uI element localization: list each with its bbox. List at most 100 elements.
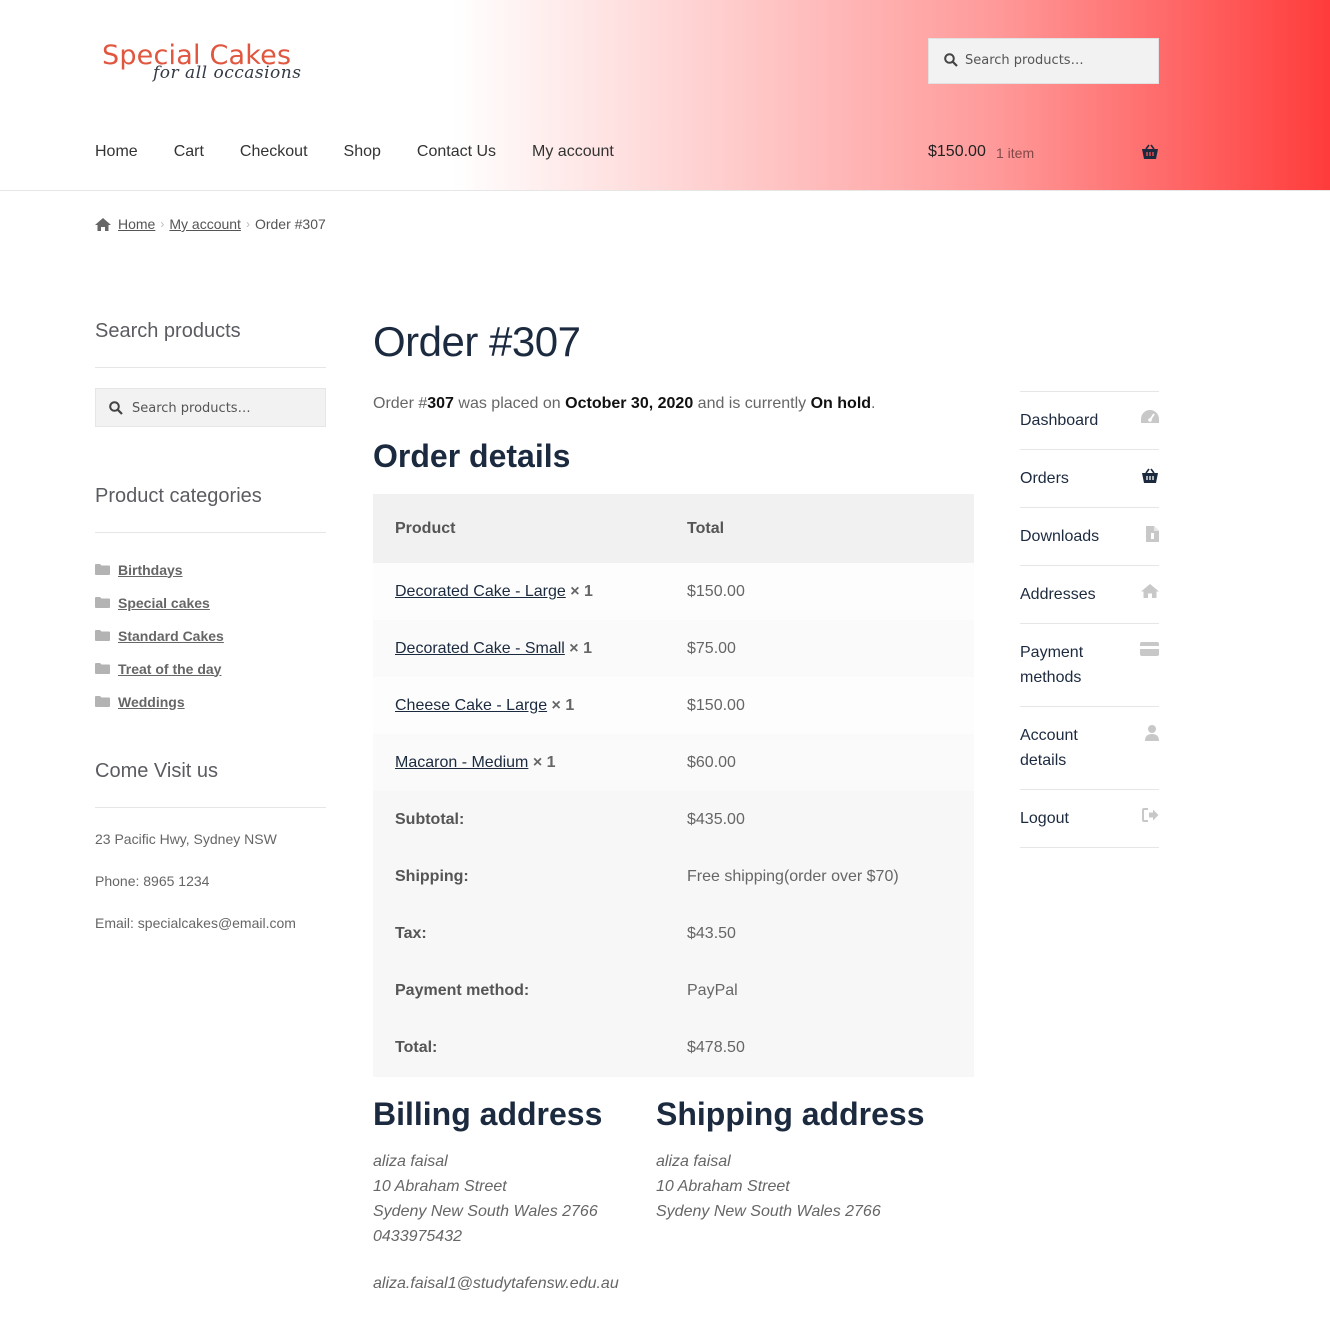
nav-home[interactable]: Home [95, 143, 138, 161]
shipping-address-body: aliza faisal 10 Abraham Street Sydeny Ne… [656, 1149, 924, 1224]
totals-label-payment-method: Payment method: [373, 962, 665, 1019]
line-total: $150.00 [687, 696, 745, 714]
account-nav-orders[interactable]: Orders [1020, 450, 1159, 508]
totals-label-subtotal: Subtotal: [373, 791, 665, 848]
product-link[interactable]: Decorated Cake - Small [395, 640, 565, 657]
account-nav-label: Account details [1020, 727, 1078, 769]
totals-row: Shipping: Free shipping(order over $70) [373, 848, 974, 905]
basket-icon [1142, 144, 1158, 159]
breadcrumb-my-account[interactable]: My account [169, 216, 241, 232]
totals-label-total: Total: [373, 1019, 665, 1077]
billing-street: 10 Abraham Street [373, 1178, 507, 1195]
category-link-special-cakes[interactable]: Special cakes [118, 595, 210, 611]
account-nav-downloads[interactable]: Downloads [1020, 508, 1159, 566]
table-row: Decorated Cake - Small × 1 $75.00 [373, 620, 974, 677]
site-logo[interactable]: Special Cakes for all occasions [100, 40, 320, 90]
basket-icon [1142, 468, 1158, 483]
account-nav-label: Orders [1020, 470, 1069, 487]
product-link[interactable]: Decorated Cake - Large [395, 583, 566, 600]
account-nav-logout[interactable]: Logout [1020, 790, 1159, 848]
billing-address-body: aliza faisal 10 Abraham Street Sydeny Ne… [373, 1149, 619, 1296]
category-item: Weddings [95, 685, 326, 718]
widget-title-visit: Come Visit us [95, 760, 326, 808]
visit-phone: Phone: 8965 1234 [95, 873, 210, 889]
totals-row: Subtotal: $435.00 [373, 791, 974, 848]
widget-product-categories: Product categories Birthdays Special cak… [95, 485, 326, 718]
shipping-address-title: Shipping address [656, 1096, 925, 1132]
totals-value-total: $478.50 [687, 1039, 745, 1056]
billing-address-title: Billing address [373, 1096, 603, 1132]
product-quantity: × 1 [551, 696, 575, 714]
search-icon [944, 53, 958, 67]
account-nav-label: Payment methods [1020, 644, 1084, 686]
table-row: Macaron - Medium × 1 $60.00 [373, 734, 974, 791]
folder-icon [95, 630, 110, 641]
order-summary-text: Order #307 was placed on October 30, 202… [373, 395, 876, 413]
nav-shop[interactable]: Shop [344, 143, 381, 161]
account-nav-account-details[interactable]: Account details [1020, 707, 1159, 790]
shipping-name: aliza faisal [656, 1153, 731, 1170]
product-cell: Decorated Cake - Large × 1 [373, 563, 665, 620]
account-nav-addresses[interactable]: Addresses [1020, 566, 1159, 624]
breadcrumb-separator: › [160, 217, 165, 231]
billing-address: Billing address aliza faisal 10 Abraham … [373, 1096, 619, 1296]
nav-checkout[interactable]: Checkout [240, 143, 308, 161]
search-icon [109, 401, 123, 415]
product-link[interactable]: Cheese Cake - Large [395, 697, 547, 714]
header-search-placeholder: Search products… [965, 53, 1084, 68]
account-nav-label: Downloads [1020, 528, 1100, 545]
billing-name: aliza faisal [373, 1153, 448, 1170]
account-nav-dashboard[interactable]: Dashboard [1020, 392, 1159, 450]
account-nav-label: Addresses [1020, 586, 1096, 603]
intro-end: . [871, 395, 876, 412]
table-header-row: Product Total [373, 494, 974, 563]
column-header-product: Product [373, 494, 665, 563]
order-number: 307 [427, 395, 454, 412]
product-link[interactable]: Macaron - Medium [395, 754, 528, 771]
header-search-input[interactable]: Search products… [928, 38, 1159, 84]
nav-cart[interactable]: Cart [174, 143, 204, 161]
nav-contact-us[interactable]: Contact Us [417, 143, 496, 161]
shipping-city: Sydeny New South Wales 2766 [656, 1203, 881, 1220]
totals-label-tax: Tax: [373, 905, 665, 962]
dashboard-icon [1141, 410, 1159, 423]
account-navigation: Dashboard Orders Downloads Addresses Pay… [1020, 391, 1159, 848]
sidebar: Search products Search products… Product… [95, 320, 326, 931]
category-link-birthdays[interactable]: Birthdays [118, 562, 183, 578]
billing-email: aliza.faisal1@studytafensw.edu.au [373, 1275, 619, 1292]
category-list: Birthdays Special cakes Standard Cakes T… [95, 553, 326, 718]
user-icon [1145, 725, 1159, 741]
product-quantity: × 1 [569, 639, 592, 657]
breadcrumb: Home › My account › Order #307 [95, 216, 326, 232]
widget-title-categories: Product categories [95, 485, 326, 533]
breadcrumb-home[interactable]: Home [118, 216, 155, 232]
nav-my-account[interactable]: My account [532, 143, 614, 161]
product-cell: Decorated Cake - Small × 1 [373, 620, 665, 677]
totals-value-subtotal: $435.00 [687, 810, 745, 828]
table-row: Cheese Cake - Large × 1 $150.00 [373, 677, 974, 734]
visit-email: Email: specialcakes@email.com [95, 915, 296, 931]
table-row: Decorated Cake - Large × 1 $150.00 [373, 563, 974, 620]
sidebar-search-input[interactable]: Search products… [95, 388, 326, 427]
logo-tagline: for all occasions [153, 63, 302, 83]
order-details-title: Order details [373, 438, 571, 474]
category-link-standard-cakes[interactable]: Standard Cakes [118, 628, 224, 644]
credit-card-icon [1140, 642, 1159, 656]
category-link-weddings[interactable]: Weddings [118, 694, 185, 710]
product-cell: Macaron - Medium × 1 [373, 734, 665, 791]
folder-icon [95, 564, 110, 575]
product-quantity: × 1 [570, 582, 593, 600]
widget-search: Search products Search products… [95, 320, 326, 427]
header-cart[interactable]: $150.00 1 item [928, 143, 1159, 165]
column-header-total: Total [665, 494, 974, 563]
category-link-treat-of-the-day[interactable]: Treat of the day [118, 661, 221, 677]
intro-mid: was placed on [453, 395, 566, 412]
totals-value-payment-method: PayPal [687, 981, 738, 999]
visit-info: 23 Pacific Hwy, Sydney NSW Phone: 8965 1… [95, 818, 326, 944]
sidebar-search-placeholder: Search products… [132, 401, 251, 416]
category-item: Special cakes [95, 586, 326, 619]
line-total: $60.00 [687, 753, 736, 771]
account-nav-payment-methods[interactable]: Payment methods [1020, 624, 1159, 707]
totals-value-tax: $43.50 [687, 924, 736, 942]
widget-come-visit: Come Visit us 23 Pacific Hwy, Sydney NSW… [95, 760, 326, 944]
